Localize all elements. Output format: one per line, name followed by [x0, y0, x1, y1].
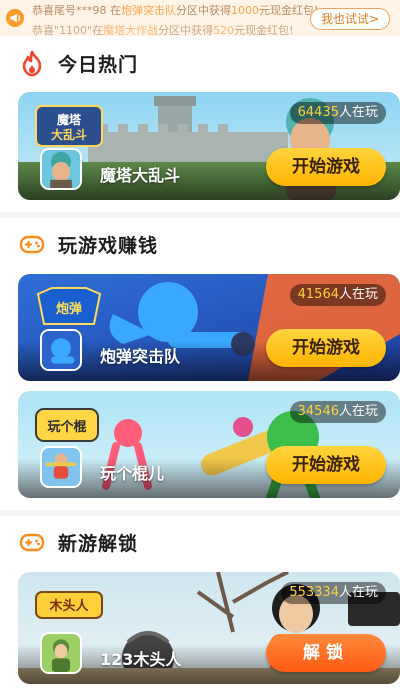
section-new-header: 新游解锁	[18, 527, 138, 557]
svg-text:魔塔: 魔塔	[57, 112, 82, 127]
section-new-title: 新游解锁	[58, 532, 139, 555]
game-name: 魔塔大乱斗	[100, 166, 181, 185]
player-count-badge: 41564人在玩	[289, 284, 386, 306]
gamepad-icon	[19, 533, 45, 552]
notice-line-2: 恭喜"1100"在魔塔大作战分区中获得520元现金红包!	[32, 24, 294, 36]
game-logo-wangeguner: 玩个棍	[35, 408, 99, 442]
svg-text:炮弹: 炮弹	[56, 301, 82, 317]
game-thumb-mota	[40, 148, 82, 190]
game-thumb-mutouren	[40, 632, 82, 674]
game-logo-mutouren: 木头人	[35, 591, 103, 619]
gamepad-icon	[19, 235, 45, 254]
speaker-icon	[6, 9, 24, 27]
svg-text:木头人: 木头人	[48, 598, 89, 614]
section-earn-header: 玩游戏赚钱	[18, 229, 158, 259]
game-card-mota[interactable]: 魔塔 大乱斗 64435人在玩 魔塔大乱斗 开始游戏	[18, 92, 400, 200]
game-thumb-wangeguner	[40, 446, 82, 488]
start-game-button[interactable]: 开始游戏	[266, 148, 386, 186]
game-logo-paodan: 炮弹	[36, 287, 102, 325]
game-card-wangeguner[interactable]: 玩个棍 34546人在玩 玩个棍儿 开始游戏	[18, 391, 400, 498]
unlock-button[interactable]: 解锁	[266, 634, 386, 672]
section-hot-header: 今日热门	[18, 48, 138, 78]
player-count-badge: 553334人在玩	[281, 582, 386, 604]
try-button[interactable]: 我也试试>	[309, 8, 390, 30]
section-divider	[0, 212, 400, 218]
notice-line-1: 恭喜尾号***98 在炮弹突击队分区中获得1000元现金红包!	[32, 4, 319, 17]
game-card-mutouren[interactable]: 木头人 553334人在玩 123木头人 解锁	[18, 572, 400, 684]
start-game-button[interactable]: 开始游戏	[266, 446, 386, 484]
player-count-badge: 34546人在玩	[289, 401, 386, 423]
section-divider	[0, 510, 400, 516]
flame-icon	[22, 50, 42, 77]
game-thumb-paodan	[40, 329, 82, 371]
notice-bar: 恭喜尾号***98 在炮弹突击队分区中获得1000元现金红包! 恭喜"1100"…	[0, 0, 400, 36]
game-name: 玩个棍儿	[100, 464, 165, 483]
svg-text:玩个棍: 玩个棍	[47, 419, 86, 435]
game-name: 123木头人	[100, 650, 182, 669]
game-card-paodan[interactable]: 炮弹 41564人在玩 炮弹突击队 开始游戏	[18, 274, 400, 381]
start-game-button[interactable]: 开始游戏	[266, 329, 386, 367]
game-name: 炮弹突击队	[100, 347, 181, 366]
svg-text:大乱斗: 大乱斗	[51, 127, 87, 142]
section-earn-title: 玩游戏赚钱	[58, 234, 159, 257]
game-logo-mota: 魔塔 大乱斗	[35, 105, 103, 147]
section-hot-title: 今日热门	[58, 53, 139, 76]
player-count-badge: 64435人在玩	[289, 102, 386, 124]
